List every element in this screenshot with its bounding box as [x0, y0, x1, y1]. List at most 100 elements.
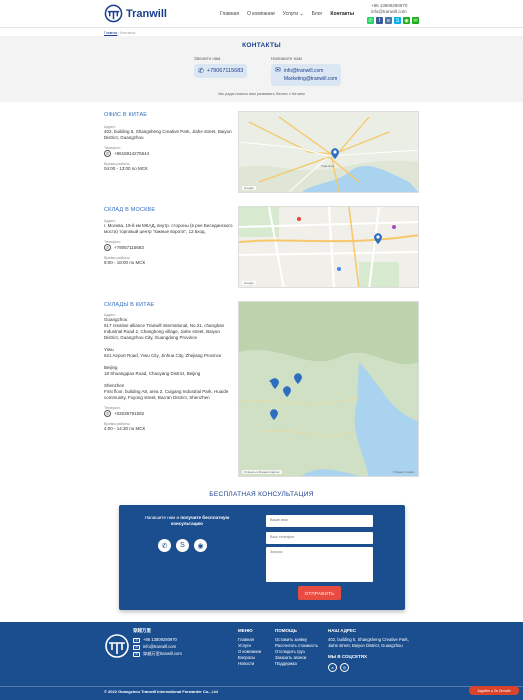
- online-chat-button[interactable]: Задайте ● Ок Онлайн: [469, 686, 519, 695]
- map-china-office[interactable]: Гуанчжоу Google: [238, 111, 419, 193]
- write-email-button[interactable]: ✉ info@tranwill.com Marketing@tranwill.c…: [271, 64, 342, 86]
- consult-text-pre: Напишите нам и: [144, 515, 180, 520]
- warehouse-shenzhen-address: Shenzhen First floor, building A8, area …: [104, 383, 229, 400]
- call-label: Звоните нам: [194, 56, 221, 61]
- footer-phone: +86 13809280970: [143, 637, 177, 642]
- map-yandex-open-link[interactable]: Открыть в Яндекс.Картах: [242, 470, 282, 474]
- footer-help-title: ПОМОЩЬ: [275, 628, 297, 633]
- tagline: Мы рады помочь вам развивать бизнес с Ки…: [218, 92, 305, 96]
- map-city-label: Гуанчжоу: [321, 164, 334, 168]
- office-china-address: 402, building 5, Shangsheng Creative Par…: [104, 129, 232, 140]
- vk-icon[interactable]: в: [385, 17, 392, 24]
- footer-address: НАШ АДРЕС 402, building 5, Shangsheng Cr…: [328, 628, 418, 672]
- nav-services[interactable]: Услуги ⌄: [283, 11, 304, 17]
- warehouses-china-phone: +02036791582: [114, 411, 145, 416]
- footer-logo-icon: [105, 634, 129, 658]
- footer-social-icons: в ◎: [328, 663, 418, 672]
- footer-help-item[interactable]: Поддержка: [275, 661, 325, 667]
- call-block: Звоните нам ✆ +79067115683: [194, 56, 248, 78]
- office-china-phone-row[interactable]: ✆ +8615914275544: [104, 150, 234, 157]
- consult-text-bold: получите бесплатную консультацию: [171, 515, 230, 526]
- call-phone: +79067115683: [206, 68, 244, 74]
- wechat-icon[interactable]: ◉: [194, 539, 207, 552]
- footer-menu: МЕНЮ Главная Услуги О компании Вопросы Н…: [238, 628, 278, 667]
- instagram-icon[interactable]: ◎: [340, 663, 349, 672]
- whatsapp-icon: ✆: [104, 244, 111, 251]
- breadcrumb-current: Контакты: [120, 31, 136, 35]
- nav-blog[interactable]: Блог: [312, 11, 323, 17]
- warehouse-moscow-phone-row[interactable]: ✆ +79067115683: [104, 244, 234, 251]
- map-china-warehouses-canvas: [239, 302, 418, 476]
- submit-button[interactable]: ОТПРАВИТЬ: [298, 586, 341, 600]
- office-china-title: ОФИС В КИТАЕ: [104, 112, 148, 118]
- office-china-phone: +8615914275544: [114, 151, 150, 156]
- office-china-hours: 04:00 - 13:00 по МСК: [104, 166, 148, 171]
- breadcrumb-home[interactable]: Главная: [104, 31, 117, 35]
- write-email1[interactable]: info@tranwill.com: [284, 67, 337, 75]
- office-china-info: Адрес: 402, building 5, Shangsheng Creat…: [104, 120, 234, 172]
- envelope-icon: ✉: [133, 644, 140, 650]
- brand-logo[interactable]: Tranwill: [104, 4, 167, 23]
- phone-input[interactable]: Ваш телефон: [266, 532, 373, 544]
- consult-title: БЕСПЛАТНАЯ КОНСУЛЬТАЦИЯ: [209, 491, 314, 498]
- footer-wechat-row[interactable]: ✉ 穿越万里tranwill.com: [133, 651, 223, 657]
- whatsapp-icon[interactable]: ✆: [367, 17, 374, 24]
- footer-copyright: © 2022 Guangzhou Tranwill International …: [104, 689, 218, 694]
- phone-icon: ✆: [198, 68, 204, 75]
- write-block: Напишите нам ✉ info@tranwill.com Marketi…: [271, 56, 342, 86]
- site-header: Tranwill Главная О компании Услуги ⌄ Бло…: [0, 0, 523, 28]
- warehouse-yiwu-address: Yiwu 621 Airport Road, Yiwu City, Jinhua…: [104, 347, 222, 358]
- map-moscow-warehouse[interactable]: Google: [238, 206, 419, 288]
- phone-icon: ✆: [133, 637, 140, 643]
- map-copyright: © Яндекс Условия: [392, 471, 414, 474]
- logo-mark-icon: [104, 4, 123, 23]
- footer-menu-title: МЕНЮ: [238, 628, 253, 633]
- nav-home[interactable]: Главная: [220, 11, 239, 17]
- whatsapp-icon: ✆: [104, 150, 111, 157]
- warehouse-moscow-info: Адрес: г. Москва, 19-й км МКАД, внутр. с…: [104, 214, 234, 266]
- footer-email-row[interactable]: ✉ info@tranwill.com: [133, 644, 223, 650]
- map-google-badge: Google: [242, 186, 256, 190]
- warehouse-moscow-phone: +79067115683: [114, 245, 144, 250]
- message-textarea[interactable]: Запрос: [266, 547, 373, 582]
- warehouses-china-phone-row[interactable]: ✆ +02036791582: [104, 410, 234, 417]
- footer-menu-item[interactable]: Новости: [238, 661, 278, 667]
- facebook-icon[interactable]: f: [376, 17, 383, 24]
- footer-address-title: НАШ АДРЕС: [328, 628, 357, 633]
- name-input[interactable]: Ваше имя: [266, 515, 373, 527]
- skype-icon[interactable]: S: [394, 17, 401, 24]
- map-moscow-canvas: [239, 207, 418, 287]
- header-contacts: +86 13809280970 info@tranwill.com: [371, 3, 407, 15]
- call-phone-button[interactable]: ✆ +79067115683: [194, 64, 248, 78]
- footer-divider: [0, 686, 523, 687]
- skype-icon[interactable]: S: [176, 539, 189, 552]
- warehouses-china-hours: 4:00 - 14:30 по МСК: [104, 426, 146, 431]
- header-social-icons: ✆ f в S ◉ ✉: [367, 17, 419, 24]
- footer-phone-row[interactable]: ✆ +86 13809280970: [133, 637, 223, 643]
- warehouse-guangzhou-address: Guangzhou 517 creative alliance Tranwill…: [104, 317, 225, 340]
- envelope-icon: ✉: [275, 67, 281, 74]
- mail-icon[interactable]: ✉: [412, 17, 419, 24]
- nav-about[interactable]: О компании: [247, 11, 275, 17]
- warehouse-beijing-address: Beijing 18 Shuangqiao Road, Chaoyang Dis…: [104, 365, 201, 376]
- breadcrumb: Главная / Контакты: [104, 31, 135, 35]
- footer-contacts: 穿越万里 ✆ +86 13809280970 ✉ info@tranwill.com…: [133, 628, 223, 658]
- footer-wechat: 穿越万里tranwill.com: [143, 651, 182, 656]
- footer-help: ПОМОЩЬ Оставить заявку Рассчитать стоимо…: [275, 628, 325, 667]
- warehouses-china-info: Адрес: Guangzhou 517 creative alliance T…: [104, 308, 234, 432]
- main-nav: Главная О компании Услуги ⌄ Блог Контакт…: [220, 11, 354, 17]
- map-google-badge: Google: [242, 281, 256, 285]
- write-label: Напишите нам: [271, 56, 302, 61]
- warehouse-moscow-hours: 9:00 - 18:00 по МСК: [104, 260, 146, 265]
- footer-brand-cn: 穿越万里: [133, 628, 151, 633]
- write-email2[interactable]: Marketing@tranwill.com: [284, 75, 337, 83]
- nav-contacts[interactable]: Контакты: [330, 11, 354, 17]
- footer-social-title: МЫ В СОЦСЕТЯХ: [328, 654, 368, 659]
- map-china-warehouses[interactable]: Открыть в Яндекс.Картах © Яндекс Условия: [238, 301, 419, 477]
- warehouse-moscow-title: СКЛАД В МОСКВЕ: [104, 207, 156, 213]
- whatsapp-icon[interactable]: ✆: [158, 539, 171, 552]
- header-email[interactable]: info@tranwill.com: [371, 9, 407, 15]
- vk-icon[interactable]: в: [328, 663, 337, 672]
- whatsapp-icon: ✆: [104, 410, 111, 417]
- wechat-icon[interactable]: ◉: [403, 17, 410, 24]
